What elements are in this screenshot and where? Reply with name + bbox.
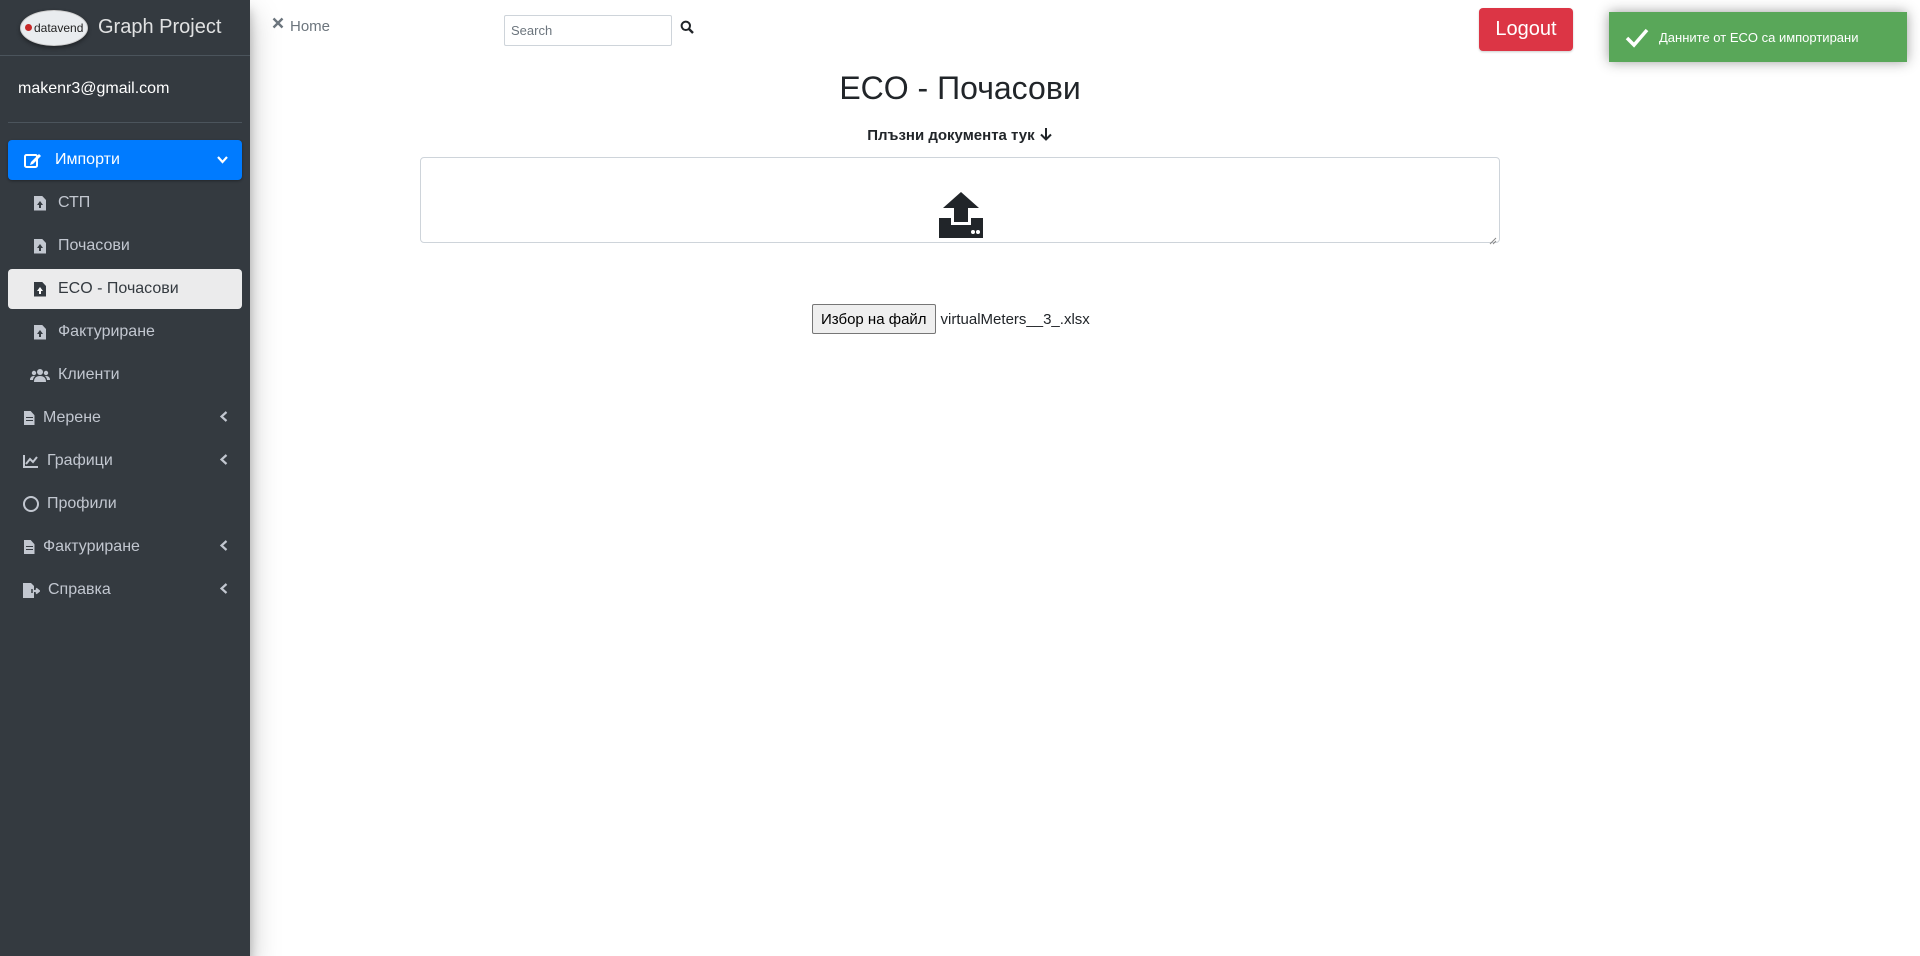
sidebar-nav: Импорти СТП Почасови ECO - Почасови Факт…: [0, 140, 250, 610]
selected-file-name: virtualMeters__3_.xlsx: [940, 310, 1090, 328]
sidebar: datavend Graph Project makenr3@gmail.com…: [0, 0, 250, 956]
sidebar-item-label: Профили: [47, 495, 117, 512]
file-input: Избор на файл virtualMeters__3_.xlsx: [812, 304, 1090, 334]
toast-message: Данните от ECO са импортирани: [1659, 29, 1859, 45]
chevron-left-icon: [219, 454, 228, 468]
choose-file-button[interactable]: Избор на файл: [812, 304, 936, 334]
chevron-left-icon: [219, 583, 228, 597]
drop-label-text: Плъзни документа тук: [867, 127, 1035, 144]
file-upload-icon: [30, 238, 50, 254]
sidebar-item-imports[interactable]: Импорти: [8, 140, 242, 180]
file-export-icon: [23, 582, 40, 598]
file-upload-icon: [30, 324, 50, 340]
brand-title: Graph Project: [98, 16, 222, 38]
file-upload-icon: [30, 195, 50, 211]
sidebar-item-stp[interactable]: СТП: [8, 183, 242, 223]
arrow-down-icon: [1039, 127, 1053, 144]
users-icon: [30, 368, 50, 382]
file-drop-zone[interactable]: [420, 157, 1500, 245]
resize-handle-icon[interactable]: [1489, 232, 1497, 245]
logout-button[interactable]: Logout: [1479, 8, 1573, 51]
close-icon[interactable]: [272, 14, 284, 34]
chevron-down-icon: [217, 153, 228, 167]
sidebar-item-label: Справка: [48, 581, 111, 598]
sidebar-item-invoicing-import[interactable]: Фактуриране: [8, 312, 242, 352]
user-email[interactable]: makenr3@gmail.com: [18, 80, 169, 98]
search-icon[interactable]: [680, 20, 696, 36]
sidebar-item-measurements[interactable]: Мерене: [8, 398, 242, 438]
sidebar-item-label: Фактуриране: [58, 323, 155, 340]
sidebar-item-clients[interactable]: Клиенти: [8, 355, 242, 395]
sidebar-item-label: Мерене: [43, 409, 101, 426]
drop-label: Плъзни документа тук: [250, 127, 1670, 144]
check-icon: [1625, 25, 1649, 49]
sidebar-item-label: Клиенти: [58, 366, 120, 383]
user-panel: makenr3@gmail.com: [8, 56, 242, 123]
file-upload-icon: [30, 281, 50, 297]
sidebar-item-label: Импорти: [55, 151, 120, 168]
sidebar-item-profiles[interactable]: Профили: [8, 484, 242, 524]
sidebar-item-invoicing[interactable]: Фактуриране: [8, 527, 242, 567]
edit-icon: [23, 152, 43, 168]
sidebar-item-eco-hourly[interactable]: ECO - Почасови: [8, 269, 242, 309]
brand-logo: datavend: [20, 9, 88, 46]
circle-icon: [23, 496, 39, 512]
sidebar-item-label: ECO - Почасови: [58, 280, 179, 297]
file-text-icon: [23, 540, 35, 554]
file-text-icon: [23, 411, 35, 425]
search-input[interactable]: [504, 15, 672, 46]
sidebar-item-label: Графици: [47, 452, 113, 469]
home-link[interactable]: Home: [290, 18, 330, 35]
sidebar-item-charts[interactable]: Графици: [8, 441, 242, 481]
brand-link[interactable]: datavend Graph Project: [0, 0, 250, 56]
chart-line-icon: [23, 454, 39, 468]
sidebar-item-hourly[interactable]: Почасови: [8, 226, 242, 266]
chevron-left-icon: [219, 411, 228, 425]
sidebar-item-label: Фактуриране: [43, 538, 140, 555]
success-toast[interactable]: Данните от ECO са импортирани: [1609, 12, 1907, 62]
sidebar-item-report[interactable]: Справка: [8, 570, 242, 610]
upload-icon: [937, 192, 985, 238]
sidebar-item-label: Почасови: [58, 237, 130, 254]
sidebar-item-label: СТП: [58, 194, 91, 211]
chevron-left-icon: [219, 540, 228, 554]
page-title: ECO - Почасови: [839, 70, 1081, 106]
